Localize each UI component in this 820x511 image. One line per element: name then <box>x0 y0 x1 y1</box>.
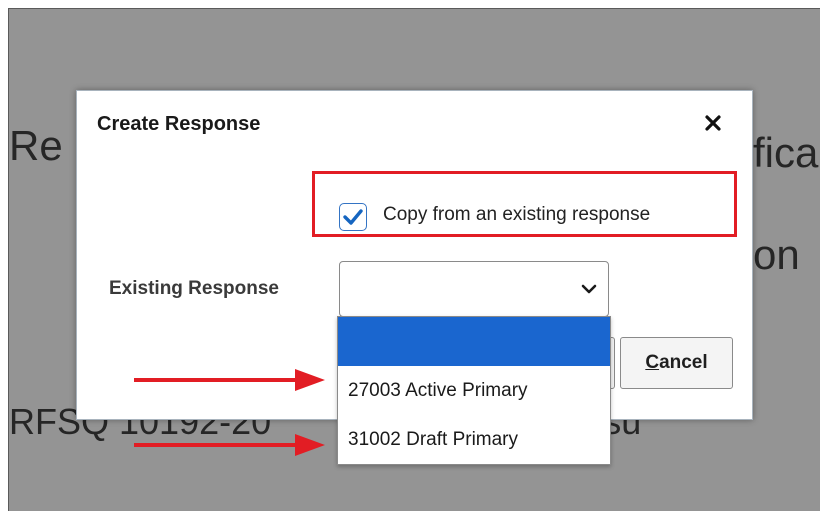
background-text: fica <box>753 129 819 176</box>
checkmark-icon <box>343 209 363 225</box>
existing-response-dropdown: 27003 Active Primary 31002 Draft Primary <box>337 316 611 465</box>
dropdown-option-27003[interactable]: 27003 Active Primary <box>338 366 610 415</box>
dropdown-option-31002[interactable]: 31002 Draft Primary <box>338 415 610 464</box>
cancel-button[interactable]: Cancel <box>620 337 733 389</box>
existing-response-select[interactable] <box>339 261 609 317</box>
cancel-mnemonic: C <box>645 352 660 373</box>
annotation-arrow-icon <box>134 369 325 391</box>
annotation-arrow-icon <box>134 434 325 456</box>
existing-response-label: Existing Response <box>109 278 279 299</box>
chevron-down-icon <box>581 284 597 294</box>
dropdown-option-blank[interactable] <box>338 317 610 366</box>
copy-existing-checkbox[interactable] <box>339 203 367 231</box>
close-icon[interactable] <box>699 109 727 137</box>
background-text: Re <box>9 122 63 169</box>
cancel-label: ancel <box>659 352 708 373</box>
dialog-title: Create Response <box>97 113 261 135</box>
copy-existing-label[interactable]: Copy from an existing response <box>383 204 650 226</box>
background-text: on <box>753 231 800 278</box>
